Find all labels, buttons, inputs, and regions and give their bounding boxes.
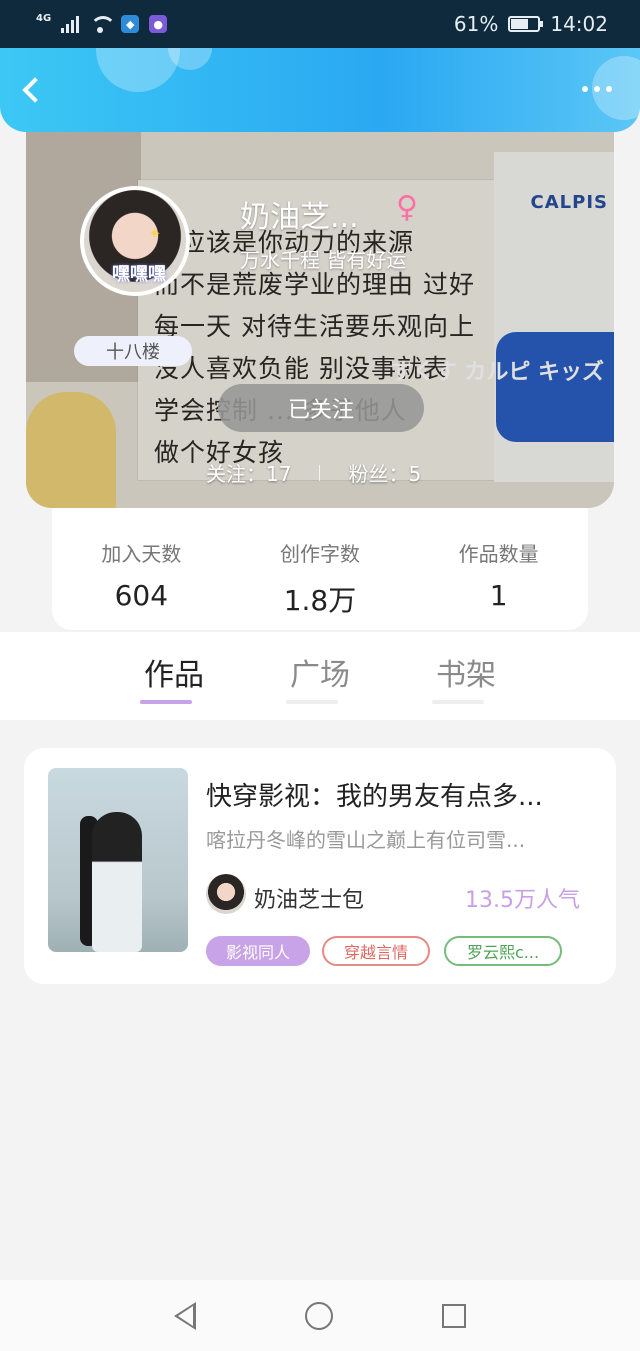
username: 奶油芝... xyxy=(240,200,359,235)
tab-label: 书架 xyxy=(436,658,496,693)
stat-value: 1.8万 xyxy=(283,584,357,617)
work-card[interactable]: 快穿影视：我的男友有点多... 喀拉丹冬峰的雪山之巅上有位司雪... 奶油芝士包… xyxy=(24,748,616,984)
nav-home-icon[interactable] xyxy=(304,1301,333,1330)
user-signature: 万水千程 皆有好运 xyxy=(240,248,407,272)
tab-indicator xyxy=(140,700,192,704)
shield-app-icon: ◆ xyxy=(121,15,140,33)
stat-work-count: 作品数量 1 xyxy=(424,538,574,630)
stat-label: 创作字数 xyxy=(279,542,360,566)
following-count[interactable]: 关注：17 xyxy=(206,458,291,487)
user-stats-card: 加入天数 604 创作字数 1.8万 作品数量 1 xyxy=(52,508,588,630)
profile-header xyxy=(0,48,640,132)
profile-tabs: 作品 广场 书架 xyxy=(0,632,640,720)
followers-count[interactable]: 粉丝：5 xyxy=(348,458,421,487)
tab-label: 作品 xyxy=(144,658,204,693)
follow-stats: 关注：17 粉丝：5 xyxy=(206,458,421,487)
signal-icon xyxy=(61,15,80,33)
back-icon[interactable] xyxy=(22,77,48,104)
tab-indicator xyxy=(286,700,338,704)
tab-bookshelf[interactable]: 书架 xyxy=(406,650,526,704)
profile-banner: 爱应该是你动力的来源 而不是荒废学业的理由 过好 每一天 对待生活要乐观向上 没… xyxy=(26,132,614,508)
work-title[interactable]: 快穿影视：我的男友有点多... xyxy=(206,776,598,813)
network-type: 4G xyxy=(36,13,52,24)
work-description: 喀拉丹冬峰的雪山之巅上有位司雪... xyxy=(206,828,526,852)
status-right: 61% 14:02 xyxy=(454,12,608,36)
banner-overlay xyxy=(26,132,614,508)
floor-badge: 十八楼 xyxy=(74,336,192,366)
popularity-count: 13.5万人气 xyxy=(465,888,580,913)
stat-join-days: 加入天数 604 xyxy=(66,538,216,630)
author-avatar xyxy=(206,874,246,914)
stat-word-count: 创作字数 1.8万 xyxy=(245,538,395,630)
clock: 14:02 xyxy=(550,12,608,36)
tag-character[interactable]: 罗云熙c... xyxy=(444,936,562,966)
battery-percent: 61% xyxy=(453,12,499,36)
decor-bubble xyxy=(96,48,180,92)
stat-label: 加入天数 xyxy=(101,542,182,566)
stat-label: 作品数量 xyxy=(458,542,539,566)
nav-recent-apps-icon[interactable] xyxy=(441,1303,466,1328)
stat-value: 604 xyxy=(114,579,169,612)
female-gender-icon: ♀ xyxy=(396,190,418,225)
tab-works[interactable]: 作品 xyxy=(114,650,234,704)
tab-label: 广场 xyxy=(290,658,350,693)
wifi-icon xyxy=(89,16,117,33)
nav-back-icon[interactable] xyxy=(174,1301,197,1330)
book-cover-image[interactable] xyxy=(48,768,188,952)
avatar-caption: 嘿嘿嘿 xyxy=(112,264,166,285)
user-avatar[interactable]: ✦ 嘿嘿嘿 xyxy=(80,186,190,296)
status-left: 4G ◆ ● xyxy=(36,13,168,33)
sparkle-icon: ✦ xyxy=(148,224,162,243)
more-dots-icon[interactable] xyxy=(582,86,612,92)
cover-figure xyxy=(92,812,142,952)
author-name: 奶油芝士包 xyxy=(254,888,365,913)
followed-button[interactable]: 已关注 xyxy=(218,384,424,432)
battery-icon xyxy=(508,16,544,32)
system-nav-bar xyxy=(0,1280,640,1351)
tab-indicator xyxy=(432,700,484,704)
divider xyxy=(319,464,321,481)
stat-value: 1 xyxy=(489,579,508,612)
tag-film-fanfic[interactable]: 影视同人 xyxy=(206,936,310,966)
tab-plaza[interactable]: 广场 xyxy=(260,650,380,704)
tag-time-travel-romance[interactable]: 穿越言情 xyxy=(322,936,430,966)
app-notification-icon: ● xyxy=(149,15,168,33)
status-bar: 4G ◆ ● 61% 14:02 xyxy=(0,0,640,48)
